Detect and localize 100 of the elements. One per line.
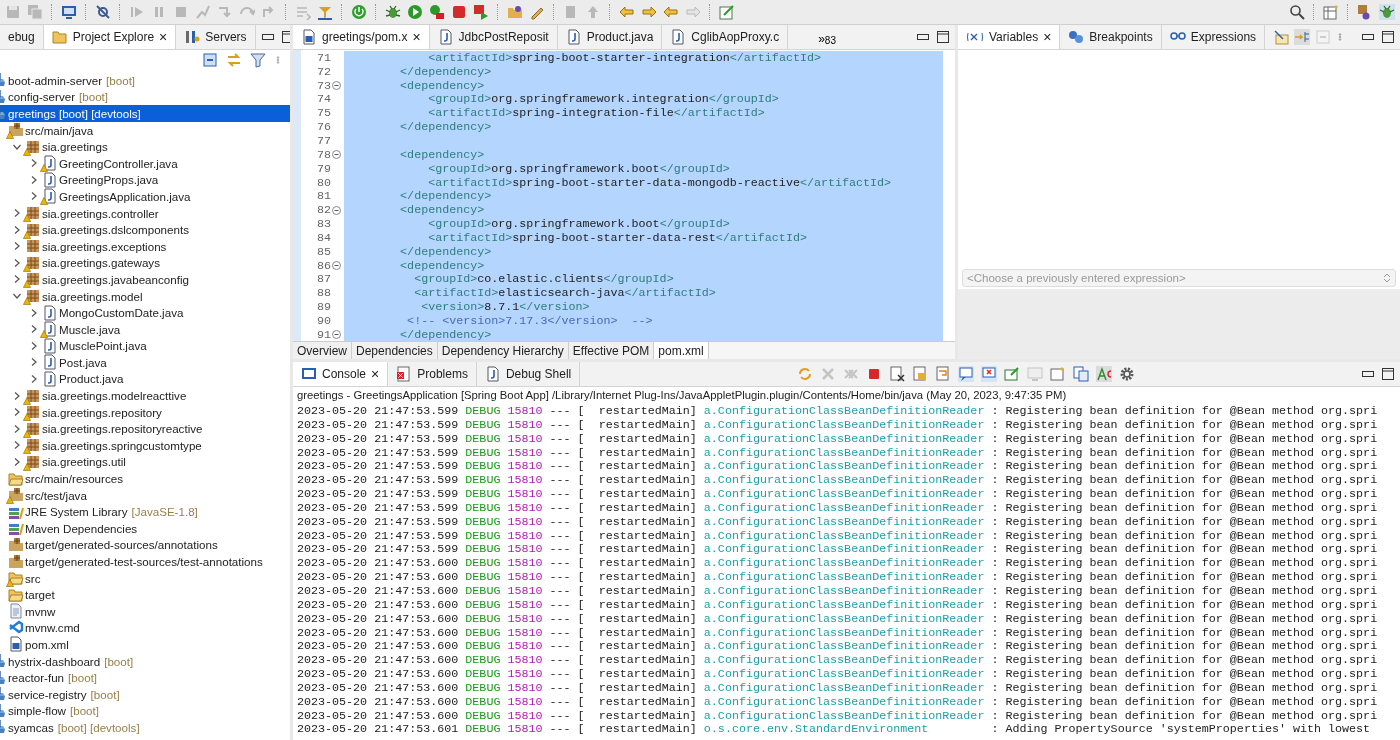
collapsed-chevron-icon[interactable] bbox=[29, 159, 38, 168]
show-on-error-icon[interactable] bbox=[980, 364, 999, 384]
tree-item[interactable]: target bbox=[25, 588, 55, 602]
tree-item[interactable]: GreetingProps.java bbox=[59, 173, 159, 187]
minimize-icon[interactable] bbox=[1362, 34, 1374, 40]
tree-item[interactable]: mvnw.cmd bbox=[25, 621, 80, 635]
collapsed-chevron-icon[interactable] bbox=[12, 225, 21, 234]
minimize-icon[interactable] bbox=[917, 34, 929, 40]
minimize-icon[interactable] bbox=[1362, 371, 1374, 377]
editor-page-tab[interactable]: pom.xml bbox=[654, 342, 709, 359]
tree-item[interactable]: src bbox=[25, 571, 41, 585]
tree-item[interactable]: sia.greetings.repository bbox=[42, 405, 162, 419]
collapsed-chevron-icon[interactable] bbox=[29, 358, 38, 367]
close-icon[interactable]: × bbox=[1043, 29, 1052, 45]
tree-item[interactable]: MusclePoint.java bbox=[59, 339, 147, 353]
dropdown-arrow-icon[interactable] bbox=[1383, 273, 1391, 283]
collapse-icon[interactable] bbox=[332, 330, 341, 340]
new-window-icon[interactable] bbox=[718, 2, 736, 22]
tree-item[interactable]: GreetingController.java bbox=[59, 156, 178, 170]
ansi-colors-icon[interactable] bbox=[1095, 364, 1114, 384]
collapsed-chevron-icon[interactable] bbox=[12, 242, 21, 251]
collapsed-chevron-icon[interactable] bbox=[12, 408, 21, 417]
maximize-icon[interactable] bbox=[937, 31, 949, 43]
tree-item[interactable]: target/generated-sources/annotations bbox=[25, 538, 218, 552]
view-tab[interactable]: Project Explore × bbox=[43, 25, 177, 49]
tree-item[interactable]: sia.greetings.modelreacttive bbox=[42, 389, 187, 403]
tree-item[interactable]: mvnw bbox=[25, 604, 56, 618]
tree-item[interactable]: sia.greetings.javabeanconfig bbox=[42, 272, 189, 286]
collapsed-chevron-icon[interactable] bbox=[12, 209, 21, 218]
tree-item[interactable]: JRE System Library bbox=[25, 505, 128, 519]
debug-perspective-icon[interactable] bbox=[1378, 2, 1396, 22]
tree-item[interactable]: sia.greetings.model bbox=[42, 289, 143, 303]
tree-item[interactable]: sia.greetings bbox=[42, 140, 108, 154]
collapsed-chevron-icon[interactable] bbox=[29, 325, 38, 334]
copy-icon[interactable] bbox=[1072, 364, 1091, 384]
tree-item[interactable]: sia.greetings.dslcomponents bbox=[42, 223, 189, 237]
tree-item[interactable]: Muscle.java bbox=[59, 322, 121, 336]
editor-page-tab[interactable]: Dependency Hierarchy bbox=[437, 342, 569, 359]
editor-page-tab[interactable]: Dependencies bbox=[352, 342, 438, 359]
collapse-icon[interactable] bbox=[332, 81, 341, 91]
show-on-output-icon[interactable] bbox=[957, 364, 976, 384]
tree-item[interactable]: simple-flow bbox=[8, 704, 66, 718]
maximize-icon[interactable] bbox=[1382, 368, 1394, 380]
collapsed-chevron-icon[interactable] bbox=[12, 275, 21, 284]
search-icon[interactable] bbox=[1288, 2, 1306, 22]
collapsed-chevron-icon[interactable] bbox=[12, 258, 21, 267]
collapsed-chevron-icon[interactable] bbox=[29, 375, 38, 383]
collapsed-chevron-icon[interactable] bbox=[12, 391, 21, 400]
expanded-chevron-icon[interactable] bbox=[12, 292, 21, 300]
tree-item[interactable]: sia.greetings.repositoryreactive bbox=[42, 422, 203, 436]
tree-item[interactable]: src/main/resources bbox=[25, 472, 123, 486]
editor-page-tab[interactable]: Effective POM bbox=[568, 342, 655, 359]
view-tab[interactable]: Variables × bbox=[958, 25, 1061, 49]
collapse-icon[interactable] bbox=[332, 261, 341, 271]
tree-item[interactable]: src/test/java bbox=[25, 488, 87, 502]
collapsed-chevron-icon[interactable] bbox=[12, 457, 21, 466]
collapsed-chevron-icon[interactable] bbox=[29, 192, 38, 201]
tree-item[interactable]: Post.java bbox=[59, 355, 107, 369]
editor-tab[interactable]: greetings/pom.x × bbox=[293, 25, 430, 49]
collapsed-chevron-icon[interactable] bbox=[29, 341, 38, 350]
pin-console-icon[interactable] bbox=[1003, 364, 1022, 384]
collapsed-chevron-icon[interactable] bbox=[29, 175, 38, 184]
tree-item[interactable]: hystrix-dashboard bbox=[8, 654, 101, 668]
tree-item[interactable]: target/generated-test-sources/test-annotations bbox=[25, 555, 263, 568]
expanded-chevron-icon[interactable] bbox=[12, 142, 21, 151]
view-tab[interactable]: Console × bbox=[293, 362, 389, 386]
collapsed-chevron-icon[interactable] bbox=[29, 308, 38, 317]
tree-item[interactable]: GreetingsApplication.java bbox=[59, 189, 191, 203]
collapsed-chevron-icon[interactable] bbox=[12, 441, 21, 450]
minimize-icon[interactable] bbox=[261, 34, 274, 40]
editor-page-tab[interactable]: Overview bbox=[293, 342, 352, 359]
close-icon[interactable]: × bbox=[412, 29, 421, 45]
close-icon[interactable]: × bbox=[159, 29, 168, 45]
collapsed-chevron-icon[interactable] bbox=[12, 424, 21, 433]
run-tool-icon[interactable] bbox=[428, 2, 446, 22]
tree-item[interactable]: src/main/java bbox=[25, 123, 94, 137]
tree-item[interactable]: boot-admin-server bbox=[8, 73, 103, 87]
tree-item[interactable]: Maven Dependencies bbox=[25, 521, 138, 535]
maximize-icon[interactable] bbox=[1382, 31, 1394, 43]
tree-item[interactable]: service-registry bbox=[8, 687, 87, 701]
more-tabs-button[interactable]: »83 bbox=[788, 25, 846, 49]
tree-item[interactable]: sia.greetings.util bbox=[42, 455, 126, 469]
collapse-icon[interactable] bbox=[332, 150, 341, 160]
tree-item[interactable]: Product.java bbox=[59, 372, 124, 386]
tree-item[interactable]: sia.greetings.controller bbox=[42, 206, 159, 220]
tree-item[interactable]: sia.greetings.gateways bbox=[42, 256, 160, 270]
tree-item[interactable]: sia.greetings.springcustomtype bbox=[42, 438, 202, 452]
close-icon[interactable]: × bbox=[371, 366, 380, 382]
tree-item[interactable]: pom.xml bbox=[25, 638, 69, 651]
launch-icon[interactable] bbox=[472, 2, 490, 22]
open-perspective-icon[interactable] bbox=[1322, 2, 1340, 22]
tree-item[interactable]: config-server bbox=[8, 90, 75, 104]
collapse-icon[interactable] bbox=[332, 205, 341, 215]
maximize-icon[interactable] bbox=[281, 31, 290, 43]
tree-item[interactable]: sia.greetings.exceptions bbox=[42, 239, 167, 253]
tree-item[interactable]: syamcas bbox=[8, 720, 54, 734]
tree-item[interactable]: MongoCustomDate.java bbox=[59, 306, 184, 320]
run-icon[interactable] bbox=[406, 2, 424, 22]
clear-console-icon[interactable] bbox=[888, 364, 907, 384]
power-icon[interactable] bbox=[350, 2, 368, 22]
